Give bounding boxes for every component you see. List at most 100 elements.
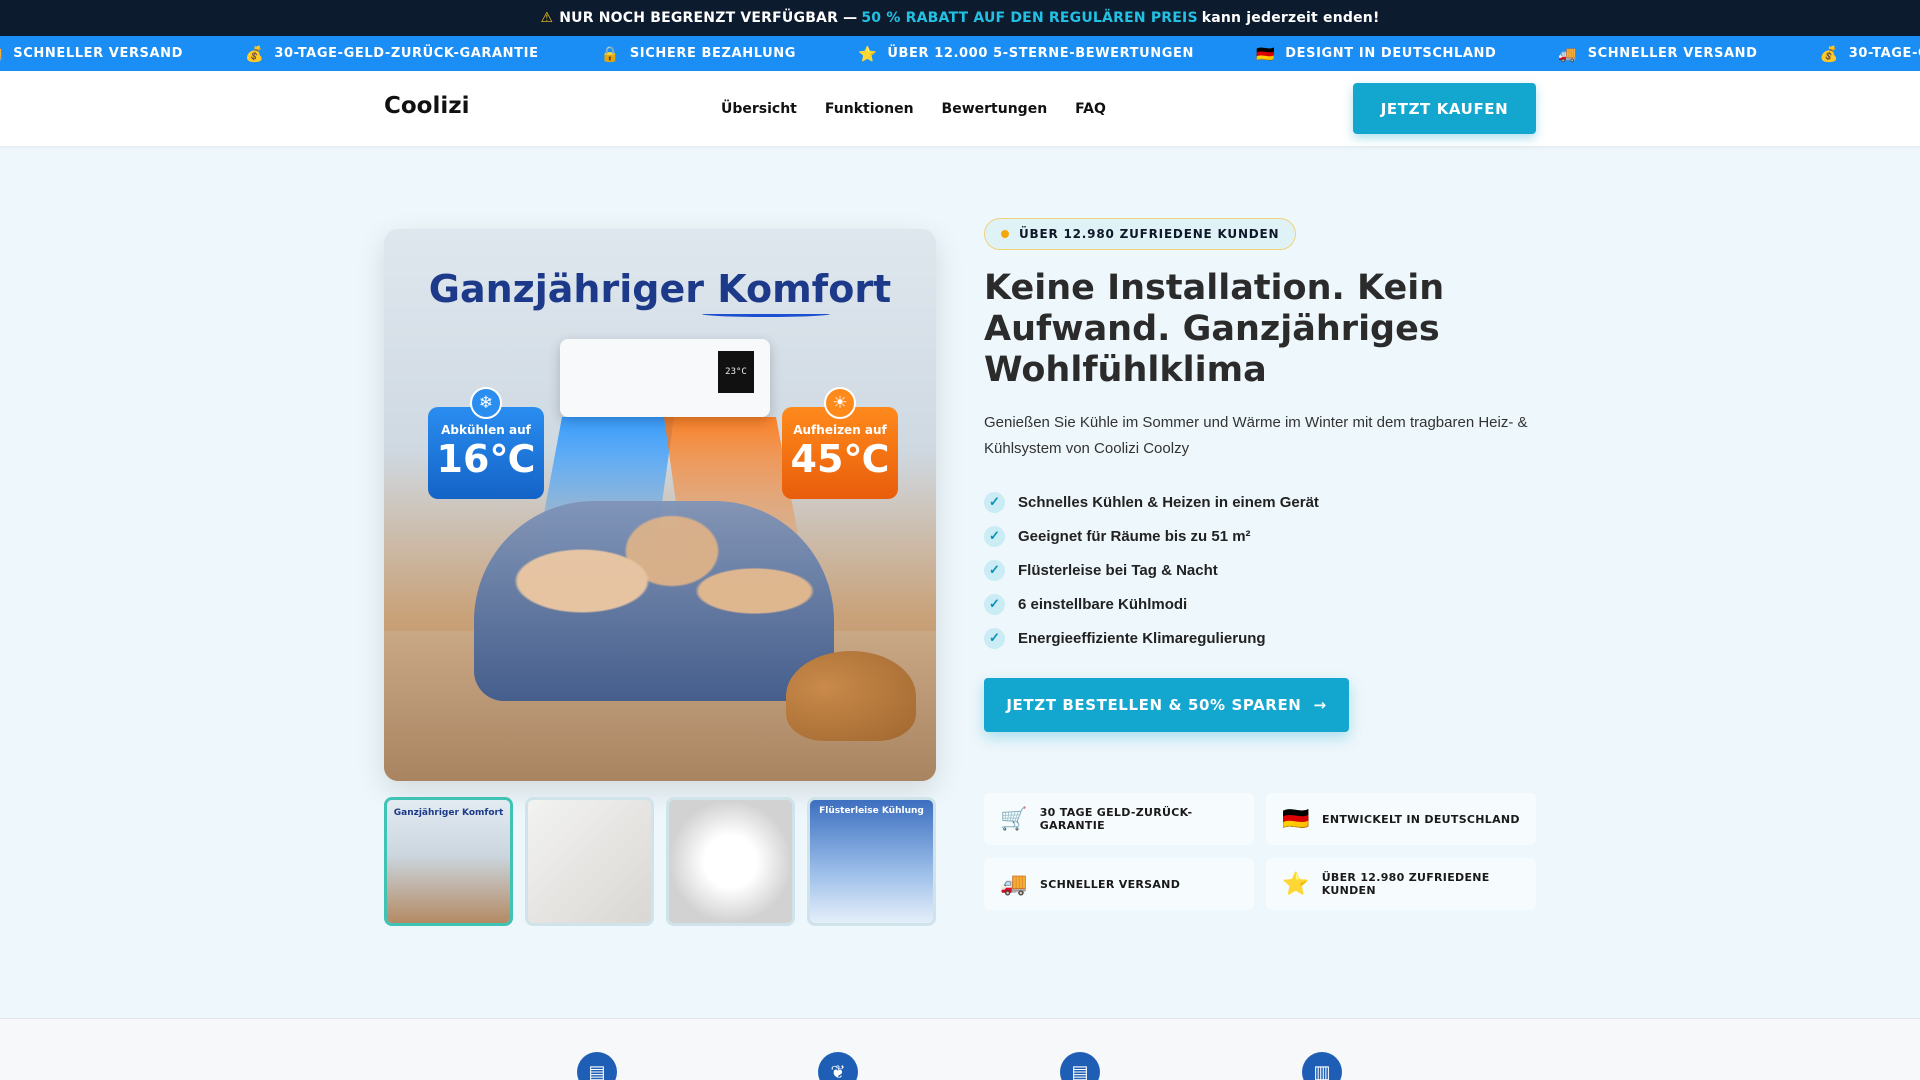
feature-label: Flüsterleise bei Tag & Nacht <box>1018 561 1218 579</box>
truck-icon: 🚚 <box>0 45 3 63</box>
ticker-item: 🇩🇪 DESIGNT IN DEUTSCHLAND <box>1256 45 1496 63</box>
thumbnail-4[interactable]: Flüsterleise Kühlung <box>807 797 936 926</box>
logo[interactable]: Coolizi <box>384 93 470 119</box>
sun-icon: ☀ <box>824 387 856 419</box>
trust-card-guarantee: 🛒 30 TAGE GELD-ZURÜCK-GARANTIE <box>984 793 1254 845</box>
cart-icon: 🛒 <box>1000 806 1028 832</box>
ticker-label: SCHNELLER VERSAND <box>13 46 184 61</box>
feature-icon: ▤ <box>577 1052 617 1080</box>
order-button-label: JETZT BESTELLEN & 50% SPAREN <box>1006 696 1302 714</box>
trust-label: ÜBER 12.980 ZUFRIEDENE KUNDEN <box>1321 871 1490 897</box>
thumbnail-caption: Flüsterleise Kühlung <box>819 806 924 816</box>
announcement-suffix: kann jederzeit enden! <box>1201 10 1380 26</box>
german-flag-icon: 🇩🇪 <box>1282 806 1310 832</box>
title-underline <box>702 311 830 317</box>
snowflake-icon: ❄ <box>470 387 502 419</box>
hero-product-image: Ganzjähriger Komfort 23°C ❄ Abkühlen auf… <box>384 229 936 781</box>
trust-label: SCHNELLER VERSAND <box>1040 877 1181 891</box>
nav-link-faq[interactable]: FAQ <box>1075 101 1106 117</box>
german-flag-icon: 🇩🇪 <box>1255 44 1276 63</box>
feature-icon: ▤ <box>1060 1052 1100 1080</box>
trust-label: ENTWICKELT IN DEUTSCHLAND <box>1322 812 1520 826</box>
ticker-item: 🚚 SCHNELLER VERSAND <box>1558 45 1757 63</box>
feature-label: Geeignet für Räume bis zu 51 m² <box>1018 527 1251 545</box>
check-icon: ✓ <box>984 525 1005 547</box>
feature-label: 6 einstellbare Kühlmodi <box>1018 595 1188 613</box>
dog-illustration <box>786 651 916 741</box>
money-bag-icon: 💰 <box>1819 44 1839 63</box>
features-section: ▤ ❦ ▤ ▥ <box>0 1018 1920 1080</box>
trust-label: 30 TAGE GELD-ZURÜCK-GARANTIE <box>1039 806 1193 832</box>
leaf-icon: ❦ <box>818 1052 858 1080</box>
family-illustration <box>474 501 834 701</box>
lock-icon: 🔒 <box>600 44 620 63</box>
trust-badges: 🛒 30 TAGE GELD-ZURÜCK-GARANTIE 🇩🇪 ENTWIC… <box>984 793 1536 910</box>
cooling-label: Abkühlen auf <box>441 423 531 437</box>
heating-label: Aufheizen auf <box>793 423 887 437</box>
announcement-bar: ⚠ NUR NOCH BEGRENZT VERFÜGBAR — 50 % RAB… <box>0 0 1920 36</box>
main-nav: Übersicht Funktionen Bewertungen FAQ <box>721 101 1106 117</box>
feature-item: ✓ Energieeffiziente Klimaregulierung <box>984 621 1319 655</box>
ticker-track: 🚚 SCHNELLER VERSAND 💰 30-TAGE-GELD-ZURÜCK-G… <box>0 36 1920 71</box>
thumbnail-3[interactable] <box>666 797 795 926</box>
star-icon: ⭐ <box>1282 871 1310 897</box>
cooling-badge: ❄ Abkühlen auf 16℃ <box>428 387 544 499</box>
nav-link-reviews[interactable]: Bewertungen <box>942 101 1048 117</box>
trust-card-germany: 🇩🇪 ENTWICKELT IN DEUTSCHLAND <box>1266 793 1536 845</box>
ticker-label: 30-TAGE-GELD-ZURÜCK-GARANTIE <box>1848 46 1920 61</box>
ticker-item: ⭐ ÜBER 12.000 5-STERNE-BEWERTUNGEN <box>858 45 1194 63</box>
heating-badge: ☀ Aufheizen auf 45℃ <box>782 387 898 499</box>
truck-icon: 🚚 <box>1000 871 1028 897</box>
ticker-label: SCHNELLER VERSAND <box>1587 46 1758 61</box>
ticker-item: 🚚 SCHNELLER VERSAND <box>0 45 183 63</box>
site-header: Coolizi Übersicht Funktionen Bewertungen… <box>0 71 1920 147</box>
hero-subtext: Genießen Sie Kühle im Sommer und Wärme i… <box>984 414 1528 457</box>
hero-headline: Keine Installation. Kein Aufwand. Ganzjä… <box>984 268 1445 390</box>
pill-label: ÜBER 12.980 ZUFRIEDENE KUNDEN <box>1019 227 1280 241</box>
check-icon: ✓ <box>984 593 1005 615</box>
device-icon: ▥ <box>1302 1052 1342 1080</box>
heating-temperature: 45℃ <box>790 437 890 481</box>
ticker-label: DESIGNT IN DEUTSCHLAND <box>1285 46 1497 61</box>
cooling-temperature: 16℃ <box>436 437 536 481</box>
dot-icon <box>1001 230 1009 238</box>
temperature-display: 23°C <box>718 351 754 393</box>
arrow-right-icon: → <box>1313 696 1327 714</box>
announcement-highlight: 50 % RABATT AUF DEN REGULÄREN PREIS <box>861 10 1198 26</box>
star-icon: ⭐ <box>858 44 878 63</box>
thumbnail-1[interactable]: Ganzjähriger Komfort <box>384 797 513 926</box>
feature-label: Energieeffiziente Klimaregulierung <box>1018 629 1266 647</box>
ticker-item: 🔒 SICHERE BEZAHLUNG <box>601 45 796 63</box>
nav-link-features[interactable]: Funktionen <box>825 101 914 117</box>
warning-icon: ⚠ <box>540 10 554 26</box>
feature-item: ✓ Geeignet für Räume bis zu 51 m² <box>984 519 1319 553</box>
benefits-ticker: 🚚 SCHNELLER VERSAND 💰 30-TAGE-GELD-ZURÜCK-G… <box>0 36 1920 71</box>
image-thumbnails: Ganzjähriger Komfort Flüsterleise Kühlun… <box>384 797 936 926</box>
trust-card-customers: ⭐ ÜBER 12.980 ZUFRIEDENE KUNDEN <box>1266 858 1536 910</box>
ticker-item: 💰 30-TAGE-GELD-ZURÜCK-GARANTIE <box>245 45 538 63</box>
check-icon: ✓ <box>984 559 1005 581</box>
trust-card-shipping: 🚚 SCHNELLER VERSAND <box>984 858 1254 910</box>
buy-now-button[interactable]: JETZT KAUFEN <box>1353 83 1536 134</box>
air-conditioner-unit: 23°C <box>560 339 770 417</box>
feature-label: Schnelles Kühlen & Heizen in einem Gerät <box>1018 493 1319 511</box>
feature-list: ✓ Schnelles Kühlen & Heizen in einem Gerä… <box>984 485 1319 655</box>
order-now-button[interactable]: JETZT BESTELLEN & 50% SPAREN → <box>984 678 1349 732</box>
ticker-label: SICHERE BEZAHLUNG <box>629 46 797 61</box>
feature-item: ✓ 6 einstellbare Kühlmodi <box>984 587 1319 621</box>
customer-count-pill: ÜBER 12.980 ZUFRIEDENE KUNDEN <box>984 218 1297 250</box>
feature-item: ✓ Schnelles Kühlen & Heizen in einem Gerä… <box>984 485 1319 519</box>
announcement-prefix: NUR NOCH BEGRENZT VERFÜGBAR — <box>559 10 858 26</box>
money-bag-icon: 💰 <box>245 44 265 63</box>
check-icon: ✓ <box>984 491 1005 513</box>
thumbnail-2[interactable] <box>525 797 654 926</box>
ticker-label: 30-TAGE-GELD-ZURÜCK-GARANTIE <box>274 46 539 61</box>
thumbnail-caption: Ganzjähriger Komfort <box>393 808 504 818</box>
ticker-label: ÜBER 12.000 5-STERNE-BEWERTUNGEN <box>887 46 1194 61</box>
feature-item: ✓ Flüsterleise bei Tag & Nacht <box>984 553 1319 587</box>
check-icon: ✓ <box>984 627 1005 649</box>
hero-image-title: Ganzjähriger Komfort <box>428 267 892 311</box>
ticker-item: 💰 30-TAGE-GELD-ZURÜCK-GARANTIE <box>1819 45 1920 63</box>
nav-link-overview[interactable]: Übersicht <box>721 101 797 117</box>
truck-icon: 🚚 <box>1558 44 1578 63</box>
